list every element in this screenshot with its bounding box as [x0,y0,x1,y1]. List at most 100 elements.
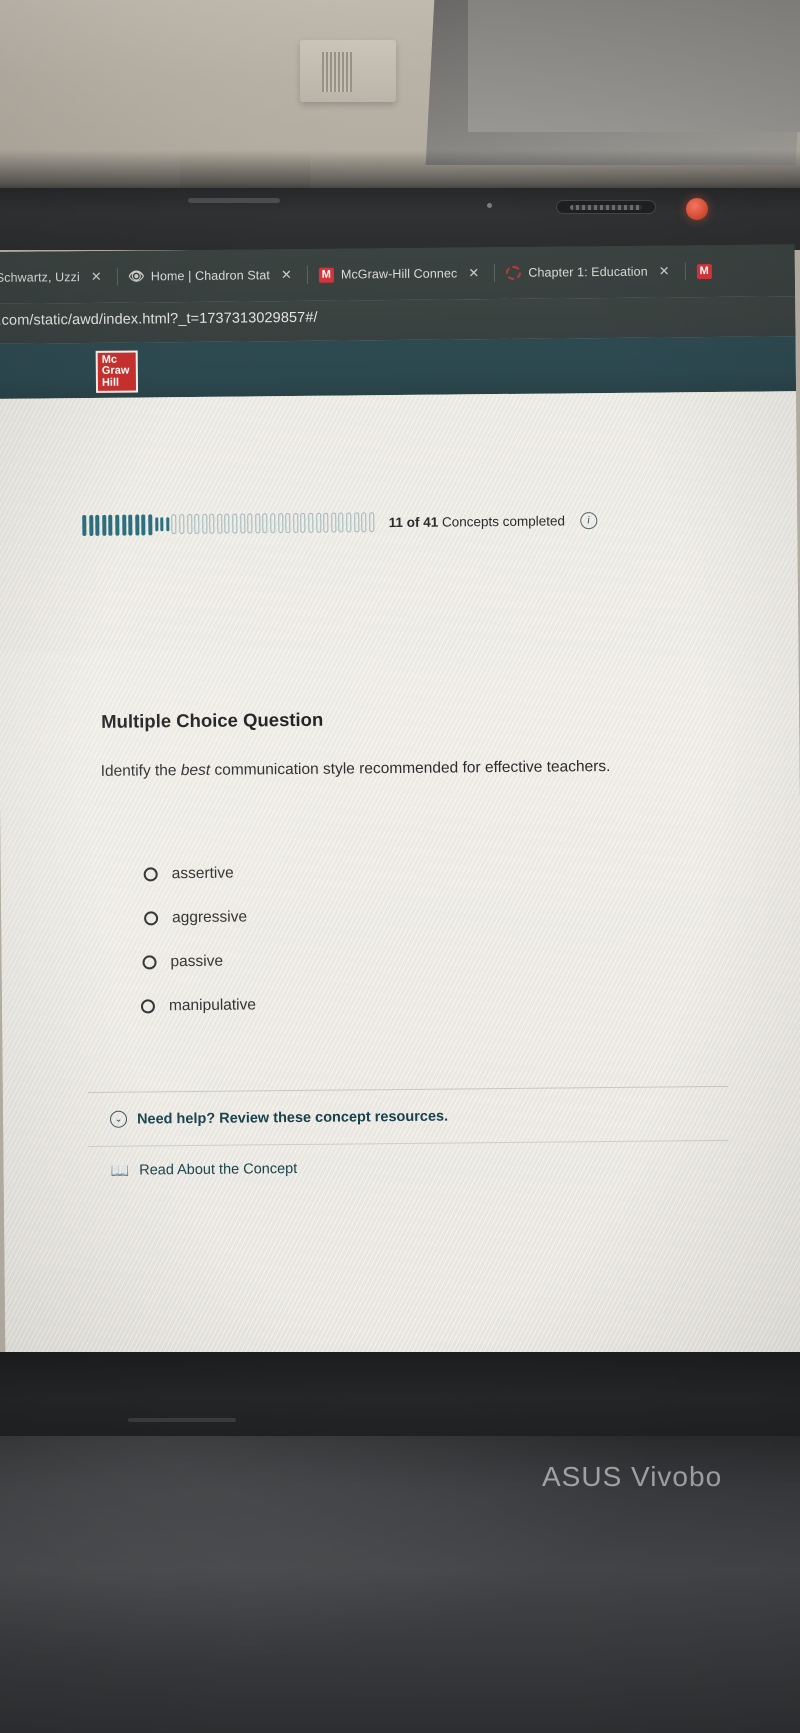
status-led-indicator [686,198,708,220]
progress-segment [285,513,291,534]
laptop-top-bezel [0,188,800,250]
loading-spinner-icon [506,265,522,280]
tab-divider [684,262,686,281]
answer-options-list: assertive aggressive passive manipulative [140,851,257,1028]
tab-divider [494,264,496,283]
radio-button-icon[interactable] [144,911,159,926]
tab-divider [116,267,118,286]
question-type-title: Multiple Choice Question [101,708,324,732]
webcam-lens-icon [487,203,492,208]
progress-segment [209,513,215,534]
tab-mcgraw-hill-connect[interactable]: M McGraw-Hill Connec ✕ [312,253,491,295]
tab-close-icon[interactable]: ✕ [655,263,674,279]
progress-segment [134,513,140,536]
progress-segment [148,513,153,535]
url-text[interactable]: n.com/static/awd/index.html?_t=173731302… [0,310,318,329]
book-icon: 📖 [110,1162,130,1180]
mcgraw-hill-icon: M [318,267,334,283]
mcgraw-hill-icon: M [696,263,712,279]
progress-segment [262,513,268,534]
progress-segment [95,514,100,536]
progress-segment [346,512,352,533]
progress-segment [201,513,208,534]
progress-segment [224,513,230,534]
need-help-toggle[interactable]: ⌄ Need help? Review these concept resour… [87,1086,729,1148]
question-prompt: Identify the best communication style re… [101,758,611,781]
tab-title: McGraw-Hill Connec [340,266,458,282]
tab-chapter-1-education[interactable]: Chapter 1: Education ✕ [499,251,681,293]
answer-option-label: passive [170,952,224,971]
mcgraw-hill-logo[interactable]: Mc Graw Hill [95,350,139,393]
tab-title: Chapter 1: Education [528,264,648,280]
radio-button-icon[interactable] [140,999,156,1014]
progress-segment [308,512,314,533]
progress-segment [121,514,126,536]
tab-title: - Schwartz, Uzzi [0,270,80,285]
answer-option[interactable]: assertive [143,851,254,896]
tab-chadron-state-home[interactable]: 👁 Home | Chadron Stat ✕ [122,255,303,297]
browser-screen: - Schwartz, Uzzi ✕ 👁 Home | Chadron Stat… [0,244,800,1362]
progress-segment [315,512,321,533]
tab-title: Home | Chadron Stat [150,268,270,284]
logo-line-3: Hill [101,376,120,389]
concept-resources-panel: ⌄ Need help? Review these concept resour… [87,1085,729,1196]
progress-segment [293,512,299,534]
info-icon[interactable]: i [579,511,598,529]
progress-segment [239,513,246,534]
assignment-page: 11 of 41 Concepts completed i Multiple C… [0,391,800,1362]
prompt-emphasis: best [180,761,211,780]
progress-segment [194,513,200,534]
progress-segment [179,514,185,535]
progress-segment [128,514,133,536]
progress-segment [108,514,113,536]
radio-button-icon[interactable] [143,867,158,882]
progress-segment [186,513,192,535]
progress-segment [88,514,94,536]
read-about-concept-label: Read About the Concept [139,1161,298,1179]
answer-option-label: aggressive [172,908,248,927]
prompt-part-2: communication style recommended for effe… [210,757,611,779]
progress-segment [115,514,120,536]
progress-segment [338,512,344,533]
progress-segment [171,514,177,535]
tab-schwartz-uzzi[interactable]: - Schwartz, Uzzi ✕ [0,257,113,298]
speaker-grill [570,205,642,210]
desk-surface-highlight [468,0,800,132]
progress-segment [361,512,367,533]
browser-tabstrip: - Schwartz, Uzzi ✕ 👁 Home | Chadron Stat… [0,244,796,304]
progress-segment [101,514,107,536]
laptop-hinge [128,1418,236,1422]
photo-of-laptop-screen: - Schwartz, Uzzi ✕ 👁 Home | Chadron Stat… [0,0,800,1733]
progress-segment [165,517,170,532]
concepts-progress-bar [82,511,377,536]
read-about-concept-link[interactable]: 📖 Read About the Concept [88,1141,728,1195]
progress-segment [353,512,359,533]
answer-option[interactable]: manipulative [140,983,257,1028]
progress-suffix: Concepts completed [438,512,566,530]
answer-option-label: manipulative [168,996,257,1015]
tab-close-icon[interactable]: ✕ [464,265,483,281]
progress-segment [141,513,146,535]
progress-segment [232,513,238,534]
progress-segment [217,513,223,534]
progress-completed-count: 11 [388,514,403,530]
tab-close-icon[interactable]: ✕ [277,267,296,283]
tab-mcgraw-hill-extra[interactable]: M [690,251,719,291]
radio-button-icon[interactable] [142,955,157,970]
device-brand-label: ASUS Vivobo [542,1461,723,1492]
progress-segment [277,513,284,534]
bezel-slot [188,198,280,203]
progress-segment [330,512,337,533]
tab-close-icon[interactable]: ✕ [87,269,106,285]
progress-total-count: 41 [423,514,439,530]
answer-option[interactable]: passive [142,939,255,984]
answer-option[interactable]: aggressive [144,895,255,940]
progress-segment [82,514,87,536]
progress-of-text: of [402,514,424,530]
tab-divider [306,265,308,284]
progress-segment [154,517,158,532]
progress-segment [323,512,329,533]
progress-segment [270,513,276,534]
progress-segment [160,517,164,532]
progress-segment [368,512,375,533]
